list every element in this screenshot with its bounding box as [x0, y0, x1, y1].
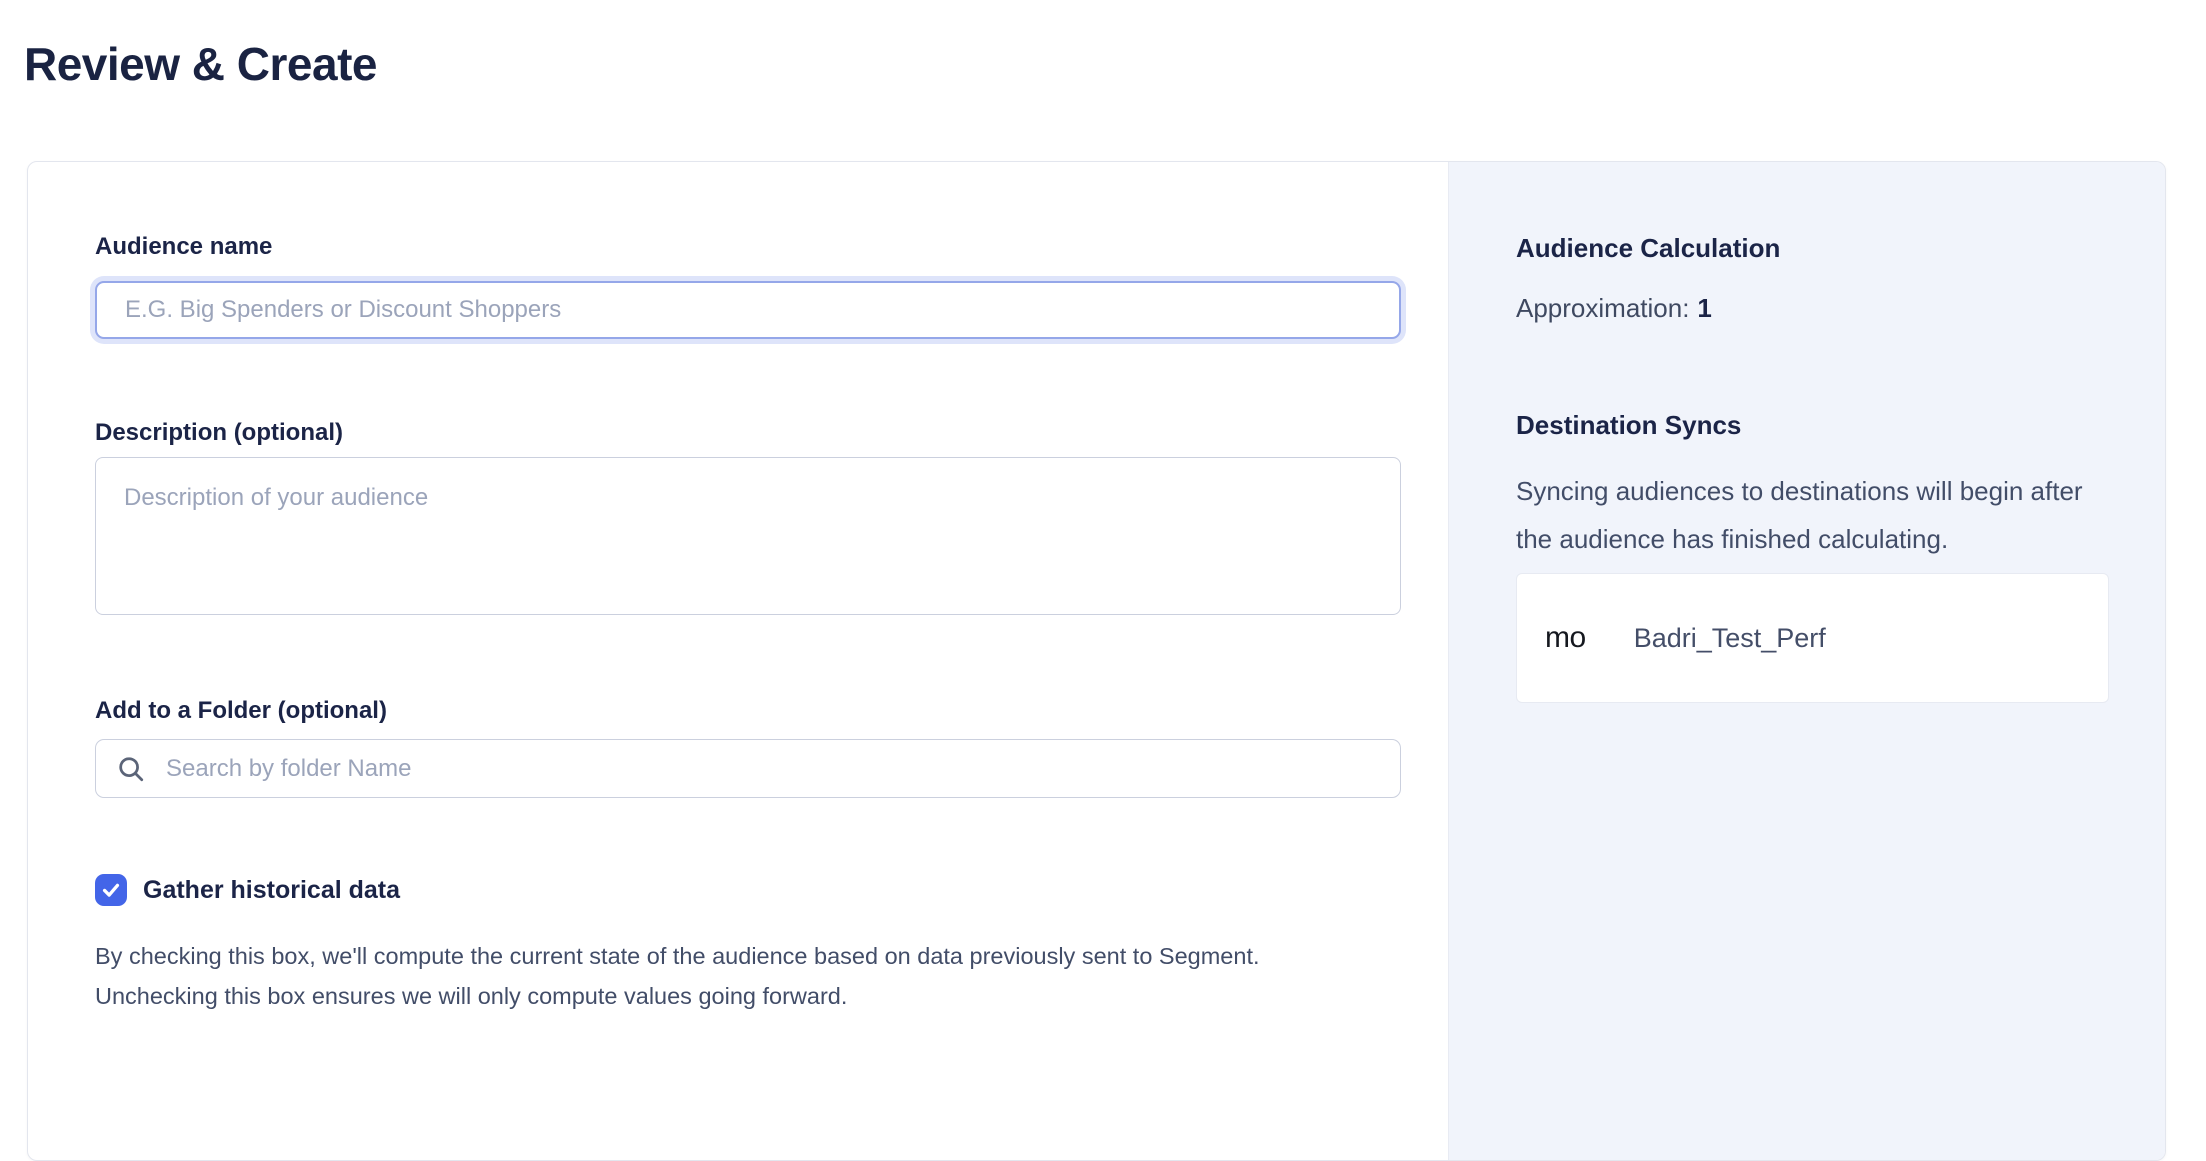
folder-search-box[interactable] [95, 739, 1401, 798]
gather-historical-checkbox[interactable] [95, 874, 127, 906]
folder-search-input[interactable] [164, 754, 1384, 784]
audience-calculation-heading: Audience Calculation [1516, 233, 2109, 263]
audience-name-input[interactable] [95, 281, 1401, 339]
review-create-card: Audience name Description (optional) Add… [27, 161, 2166, 1161]
approximation-value: 1 [1697, 293, 1711, 323]
historical-data-group: Gather historical data By checking this … [95, 874, 1401, 1016]
description-field-group: Description (optional) [95, 419, 1401, 615]
folder-label: Add to a Folder (optional) [95, 697, 1401, 725]
destination-sync-item[interactable]: mo Badri_Test_Perf [1516, 573, 2109, 703]
search-icon [116, 754, 146, 784]
destination-logo: mo [1545, 621, 1586, 655]
page-title: Review & Create [24, 37, 377, 91]
audience-name-field-group: Audience name [95, 233, 1401, 339]
gather-historical-label: Gather historical data [143, 876, 400, 905]
audience-name-label: Audience name [95, 233, 1401, 261]
form-pane: Audience name Description (optional) Add… [28, 162, 1448, 1160]
destination-syncs-description: Syncing audiences to destinations will b… [1516, 467, 2109, 563]
folder-field-group: Add to a Folder (optional) [95, 697, 1401, 798]
description-label: Description (optional) [95, 419, 1401, 447]
destination-name: Badri_Test_Perf [1634, 623, 1826, 654]
checkmark-icon [100, 879, 122, 901]
approximation-label: Approximation: [1516, 293, 1689, 323]
historical-help-text: By checking this box, we'll compute the … [95, 936, 1340, 1016]
description-textarea[interactable] [95, 457, 1401, 615]
destination-syncs-heading: Destination Syncs [1516, 410, 2109, 440]
summary-pane: Audience Calculation Approximation: 1 Des… [1448, 162, 2165, 1160]
approximation-row: Approximation: 1 [1516, 293, 2109, 324]
